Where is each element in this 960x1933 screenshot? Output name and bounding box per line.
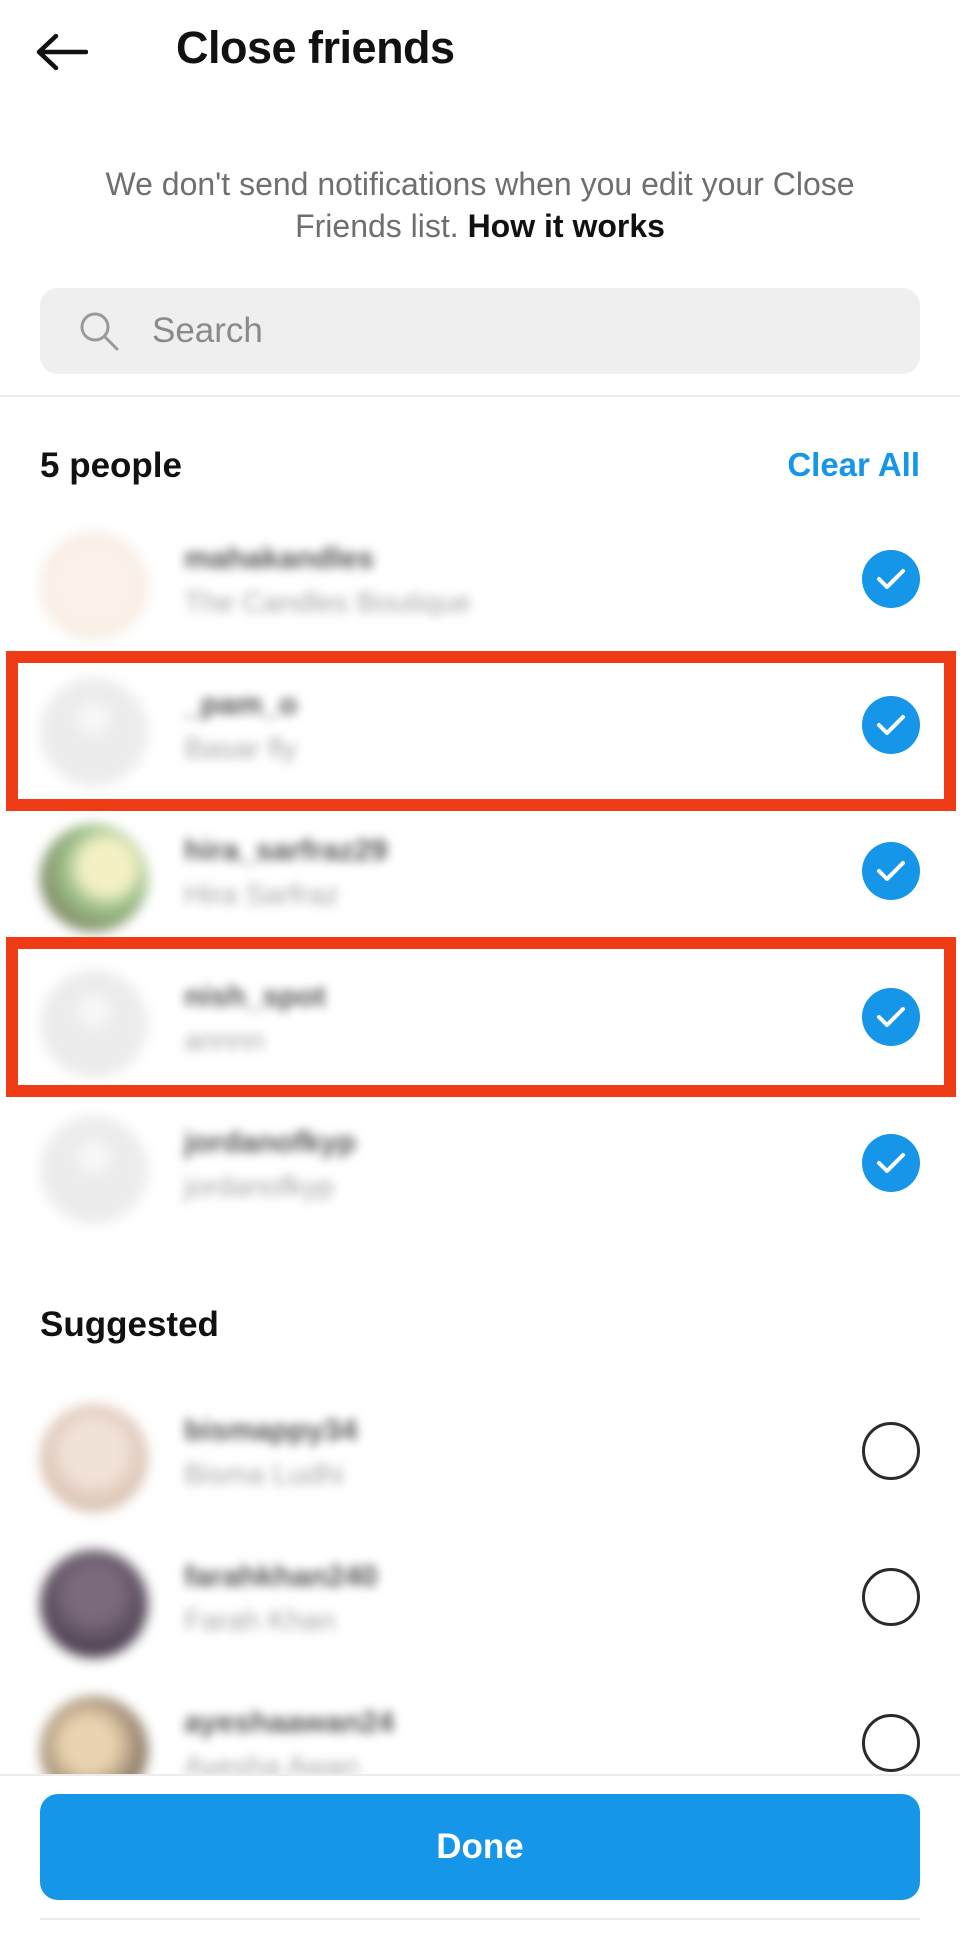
checkmark-icon (877, 861, 905, 881)
arrow-left-icon (36, 34, 88, 70)
clear-all-button[interactable]: Clear All (787, 446, 920, 484)
highlight-box (6, 651, 956, 811)
unselected-radio[interactable] (862, 1422, 920, 1480)
close-friend-row[interactable]: hira_sarfraz29 Hira Sarfraz (0, 804, 960, 950)
unselected-radio[interactable] (862, 1568, 920, 1626)
search-bar[interactable] (40, 288, 920, 374)
how-it-works-link[interactable]: How it works (468, 208, 665, 244)
full-name: Bisma Ludhi (184, 1459, 344, 1491)
close-friends-count: 5 people (40, 446, 182, 485)
selected-checkbox[interactable] (862, 1134, 920, 1192)
header: Close friends (0, 0, 960, 110)
full-name: The Candles Boutique (184, 587, 471, 619)
username: hira_sarfraz29 (184, 834, 388, 867)
suggested-row[interactable]: farahkhan240 Farah Khan (0, 1530, 960, 1676)
username: jordanofkyp (184, 1126, 356, 1159)
full-name: Farah Khan (184, 1605, 336, 1637)
avatar (40, 1696, 148, 1774)
checkmark-icon (877, 569, 905, 589)
back-button[interactable] (36, 22, 106, 82)
full-name: Hira Sarfraz (184, 879, 339, 911)
highlight-box (6, 937, 956, 1097)
unselected-radio[interactable] (862, 1714, 920, 1772)
close-friend-row[interactable]: mahakandles The Candles Boutique (0, 512, 960, 658)
notice-text: We don't send notifications when you edi… (60, 163, 900, 247)
selected-checkbox[interactable] (862, 842, 920, 900)
divider (40, 1918, 920, 1920)
username: bismappy34 (184, 1414, 358, 1447)
close-friend-row[interactable]: jordanofkyp jordanofkyp (0, 1096, 960, 1242)
avatar (40, 824, 148, 932)
checkmark-icon (877, 1153, 905, 1173)
avatar (40, 1116, 148, 1224)
full-name: jordanofkyp (184, 1171, 334, 1203)
page-title: Close friends (176, 22, 455, 73)
full-name: Ayesha Awan (184, 1751, 359, 1774)
avatar (40, 1404, 148, 1512)
search-input[interactable] (152, 311, 852, 351)
avatar (40, 532, 148, 640)
search-icon (80, 312, 119, 351)
suggested-row[interactable]: ayeshaawan24 Ayesha Awan (0, 1676, 960, 1774)
username: farahkhan240 (184, 1560, 378, 1593)
selected-checkbox[interactable] (862, 550, 920, 608)
divider (0, 1774, 960, 1776)
done-button[interactable]: Done (40, 1794, 920, 1900)
suggested-row[interactable]: bismappy34 Bisma Ludhi (0, 1384, 960, 1530)
suggested-heading: Suggested (40, 1305, 219, 1344)
avatar (40, 1550, 148, 1658)
divider (0, 395, 960, 397)
username: mahakandles (184, 542, 375, 575)
username: ayeshaawan24 (184, 1706, 395, 1739)
